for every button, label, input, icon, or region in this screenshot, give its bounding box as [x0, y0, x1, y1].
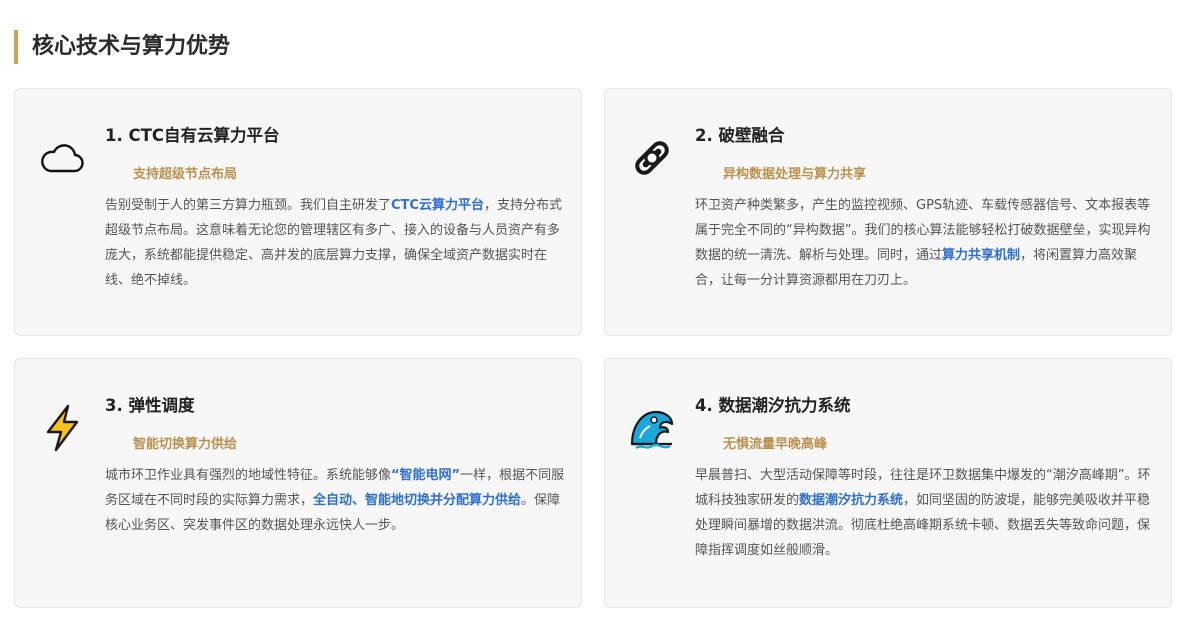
- card-title: 1. CTC自有云算力平台: [105, 126, 280, 145]
- section-title: 核心技术与算力优势: [14, 30, 230, 64]
- card-description: 早晨普扫、大型活动保障等时段，往往是环卫数据集中爆发的“潮汐高峰期”。环城科技独…: [695, 468, 1151, 558]
- highlight-text: 全自动、智能地切换并分配算力供给: [313, 493, 522, 508]
- feature-card-tidal: 4. 数据潮汐抗力系统 无惧流量早晚高峰 早晨普扫、大型活动保障等时段，往往是环…: [604, 358, 1172, 608]
- lightning-icon: [37, 403, 87, 453]
- card-description: 环卫资产种类繁多，产生的监控视频、GPS轨迹、车载传感器信号、文本报表等属于完全…: [695, 198, 1151, 288]
- highlight-text: CTC云算力平台: [391, 198, 484, 213]
- card-title: 2. 破壁融合: [695, 126, 785, 145]
- wave-icon: [627, 403, 677, 453]
- card-subtitle: 无惧流量早晚高峰: [723, 437, 828, 452]
- card-subtitle: 异构数据处理与算力共享: [723, 167, 867, 182]
- feature-card-fusion: 2. 破壁融合 异构数据处理与算力共享 环卫资产种类繁多，产生的监控视频、GPS…: [604, 88, 1172, 336]
- chain-link-icon: [627, 133, 677, 183]
- highlight-text: 数据潮汐抗力系统: [799, 493, 904, 508]
- card-subtitle: 支持超级节点布局: [133, 167, 238, 182]
- card-title: 4. 数据潮汐抗力系统: [695, 396, 851, 415]
- card-title: 3. 弹性调度: [105, 396, 195, 415]
- feature-card-ctc-cloud: 1. CTC自有云算力平台 支持超级节点布局 告别受制于人的第三方算力瓶颈。我们…: [14, 88, 582, 336]
- cloud-icon: [37, 133, 87, 183]
- card-description: 城市环卫作业具有强烈的地域性特征。系统能够像“智能电网”一样，根据不同服务区域在…: [105, 468, 565, 533]
- highlight-text: 算力共享机制: [942, 248, 1021, 263]
- card-description: 告别受制于人的第三方算力瓶颈。我们自主研发了CTC云算力平台，支持分布式超级节点…: [105, 198, 562, 288]
- feature-card-elastic: 3. 弹性调度 智能切换算力供给 城市环卫作业具有强烈的地域性特征。系统能够像“…: [14, 358, 582, 608]
- card-subtitle: 智能切换算力供给: [133, 437, 238, 452]
- highlight-text: “智能电网”: [391, 468, 461, 483]
